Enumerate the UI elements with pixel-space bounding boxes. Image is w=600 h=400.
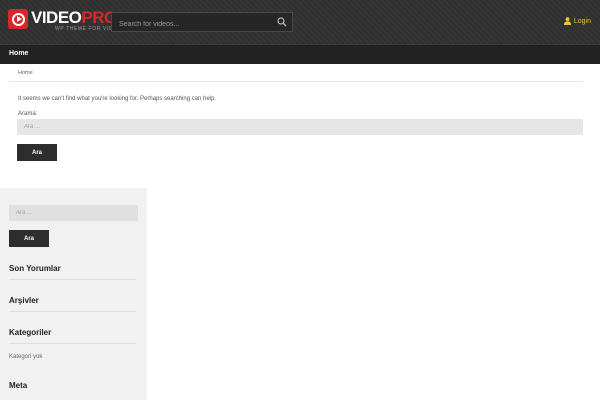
widget-divider [9,343,136,344]
sidebar-search-button[interactable]: Ara [9,230,49,247]
search-label: Arama: [18,111,38,117]
widget-divider [9,279,136,280]
widget-title-recent-comments: Son Yorumlar [9,264,61,273]
categories-empty-text: Kategori yok [9,354,43,360]
header-search [111,12,293,34]
login-link[interactable]: Login [563,17,591,25]
logo-text: VIDEOPRO [31,9,121,26]
search-icon[interactable] [277,17,287,27]
main-search-button[interactable]: Ara [17,144,57,161]
sidebar: Ara Son Yorumlar Arşivler Kategoriler Ka… [0,188,147,400]
main-search-input[interactable] [17,119,583,135]
main-nav: Home [0,44,600,64]
widget-title-meta: Meta [9,381,28,390]
widget-title-archives: Arşivler [9,296,39,305]
nav-item-home[interactable]: Home [9,50,28,57]
play-logo-icon [8,9,28,29]
user-icon [563,17,571,25]
logo-text-main: VIDEO [31,8,82,27]
breadcrumb[interactable]: Home [18,70,33,76]
header-search-input[interactable] [112,15,292,34]
login-label: Login [573,17,591,25]
breadcrumb-divider [9,81,583,82]
not-found-message: It seems we can't find what you're looki… [18,96,217,102]
widget-title-categories: Kategoriler [9,328,52,337]
site-logo[interactable]: VIDEOPRO WP THEME FOR VIDEO [8,9,121,33]
site-header: VIDEOPRO WP THEME FOR VIDEO Login [0,0,600,44]
widget-divider [9,311,136,312]
sidebar-search-input[interactable] [9,205,138,221]
